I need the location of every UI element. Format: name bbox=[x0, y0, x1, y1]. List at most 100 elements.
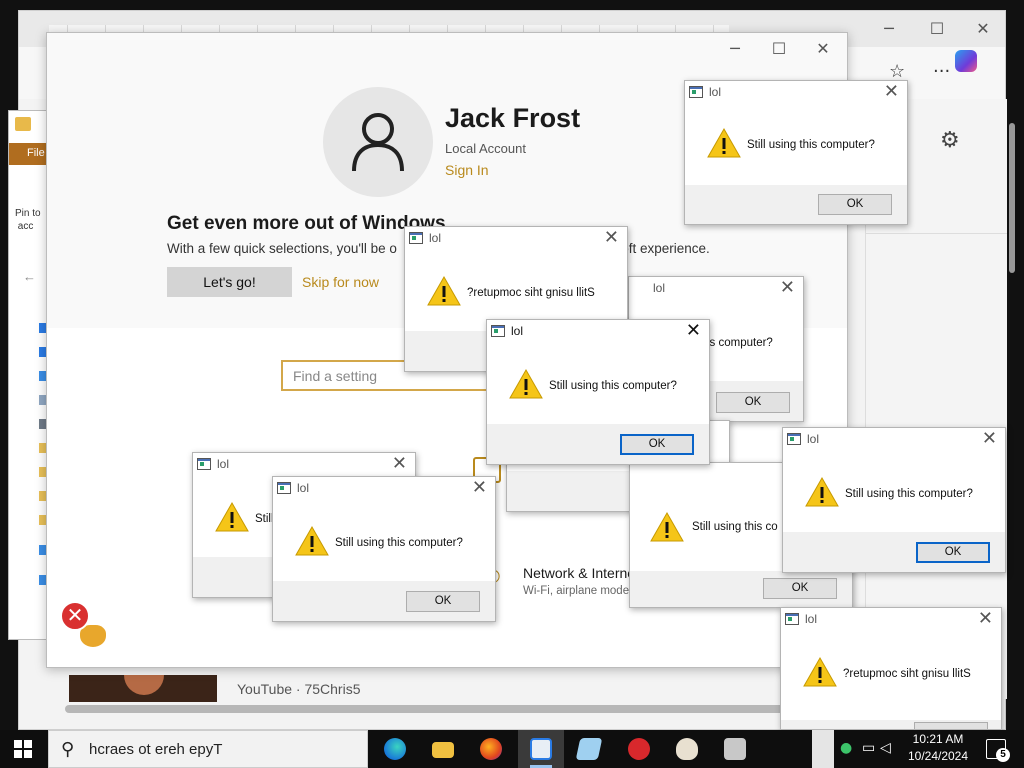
ok-button[interactable] bbox=[914, 722, 988, 729]
warning-icon bbox=[803, 656, 837, 687]
dialog-body: Still using this computer? bbox=[487, 344, 709, 424]
app-icon bbox=[785, 613, 799, 625]
dialog-titlebar[interactable]: lol ✕ bbox=[193, 453, 415, 477]
taskbar-app-network[interactable] bbox=[712, 730, 758, 768]
taskbar-app-explorer[interactable] bbox=[420, 730, 466, 768]
app-icon bbox=[787, 433, 801, 445]
minimize-icon[interactable]: ─ bbox=[715, 39, 755, 58]
search-placeholder: hcraes ot ereh epyT bbox=[89, 741, 223, 758]
settings-app-icon bbox=[530, 738, 552, 760]
warning-icon bbox=[650, 511, 684, 542]
avatar[interactable] bbox=[323, 87, 433, 197]
user-icon bbox=[352, 113, 404, 172]
favorites-star-icon[interactable]: ☆ bbox=[889, 61, 905, 82]
dialog-message: Still using this computer? bbox=[845, 488, 973, 500]
dialog-title: lol bbox=[511, 324, 524, 338]
dialog-titlebar[interactable]: lol ✕ bbox=[273, 477, 495, 501]
app-icon bbox=[197, 458, 211, 470]
close-icon[interactable]: ✕ bbox=[978, 608, 993, 629]
ok-button[interactable]: OK bbox=[406, 591, 480, 612]
gear-icon[interactable]: ⚙ bbox=[940, 128, 960, 153]
account-type: Local Account bbox=[445, 141, 526, 156]
more-options-icon[interactable]: ··· bbox=[933, 61, 950, 82]
network-icon bbox=[724, 738, 746, 760]
people-icon[interactable]: ● bbox=[840, 740, 852, 756]
notification-count: 5 bbox=[996, 748, 1010, 762]
network-tray-icon[interactable]: ▭ bbox=[862, 740, 875, 756]
dialog-title: lol bbox=[217, 457, 230, 471]
show-hidden-icons-button[interactable] bbox=[812, 730, 834, 768]
close-icon[interactable]: ✕ bbox=[780, 277, 795, 298]
angry-birds-icon bbox=[628, 738, 650, 760]
warning-icon bbox=[509, 368, 543, 399]
taskbar-search-box[interactable]: ⚲ hcraes ot ereh epyT bbox=[48, 730, 368, 768]
folder-icon bbox=[15, 117, 31, 131]
taskbar-app-paint[interactable] bbox=[664, 730, 710, 768]
taskbar-app-settings[interactable] bbox=[518, 730, 564, 768]
close-icon[interactable]: ✕ bbox=[963, 19, 1003, 38]
ok-button[interactable]: OK bbox=[716, 392, 790, 413]
dialog-body: Still using this computer? bbox=[685, 105, 907, 185]
close-icon[interactable]: ✕ bbox=[604, 227, 619, 248]
copilot-icon[interactable] bbox=[955, 50, 977, 72]
dialog-message: Still bbox=[255, 513, 274, 525]
ok-button[interactable]: OK bbox=[818, 194, 892, 215]
vertical-scrollbar[interactable] bbox=[1009, 123, 1015, 273]
close-icon[interactable]: ✕ bbox=[472, 477, 487, 498]
dialog-title: lol bbox=[429, 231, 442, 245]
dialog-title: lol bbox=[709, 85, 722, 99]
app-icon bbox=[689, 86, 703, 98]
ok-button[interactable]: OK bbox=[916, 542, 990, 563]
volume-icon[interactable]: ◁ bbox=[880, 740, 891, 756]
dialog-body: Still using this computer? bbox=[783, 452, 1005, 532]
network-category-title[interactable]: Network & Interne bbox=[523, 565, 635, 581]
message-dialog: lol ✕ ?retupmoc siht gnisu llitS bbox=[780, 607, 1002, 730]
dialog-titlebar[interactable]: lol ✕ bbox=[629, 277, 803, 301]
skull-icon[interactable] bbox=[80, 625, 106, 647]
taskbar-app-firefox[interactable] bbox=[468, 730, 514, 768]
back-arrow-icon[interactable]: ← bbox=[23, 269, 36, 284]
app-icon bbox=[491, 325, 505, 337]
clock-time[interactable]: 10:21 AM bbox=[900, 732, 976, 746]
dialog-titlebar[interactable]: lol ✕ bbox=[685, 81, 907, 105]
close-icon[interactable]: ✕ bbox=[982, 428, 997, 449]
search-icon: ⚲ bbox=[61, 739, 75, 760]
warning-icon bbox=[707, 127, 741, 158]
dialog-title: lol bbox=[653, 281, 666, 295]
user-name: Jack Frost bbox=[445, 103, 581, 133]
minimize-icon[interactable]: ─ bbox=[869, 19, 909, 38]
dialog-message: is computer? bbox=[707, 337, 773, 349]
dialog-titlebar[interactable]: lol ✕ bbox=[487, 320, 709, 344]
sign-in-link[interactable]: Sign In bbox=[445, 162, 489, 178]
ok-button[interactable]: OK bbox=[763, 578, 837, 599]
pin-to-quick-access[interactable]: Pin to acc bbox=[15, 207, 41, 233]
dialog-titlebar[interactable]: lol ✕ bbox=[781, 608, 1001, 632]
close-icon[interactable]: ✕ bbox=[686, 320, 701, 341]
close-icon[interactable]: ✕ bbox=[803, 39, 843, 58]
clock-date[interactable]: 10/24/2024 bbox=[900, 749, 976, 763]
error-icon[interactable]: ✕ bbox=[60, 601, 90, 631]
start-button[interactable] bbox=[14, 740, 32, 758]
warning-icon bbox=[805, 476, 839, 507]
skip-for-now-link[interactable]: Skip for now bbox=[302, 274, 379, 290]
lets-go-button[interactable]: Let's go! bbox=[167, 267, 292, 297]
video-thumbnail[interactable] bbox=[69, 675, 217, 702]
dialog-titlebar[interactable]: lol ✕ bbox=[405, 227, 627, 251]
horizontal-scrollbar[interactable] bbox=[65, 705, 825, 713]
video-caption[interactable]: YouTube · 75Chris5 bbox=[237, 681, 360, 697]
app-icon bbox=[409, 232, 423, 244]
promo-text: With a few quick selections, you'll be o bbox=[167, 241, 397, 256]
maximize-icon[interactable]: ☐ bbox=[759, 39, 799, 58]
taskbar-app-notepad[interactable] bbox=[566, 730, 612, 768]
dialog-title: lol bbox=[297, 481, 310, 495]
taskbar-app-angry-birds[interactable] bbox=[616, 730, 662, 768]
taskbar-app-edge[interactable] bbox=[372, 730, 418, 768]
maximize-icon[interactable]: ☐ bbox=[917, 19, 957, 38]
file-tab[interactable]: File bbox=[9, 143, 49, 165]
close-icon[interactable]: ✕ bbox=[884, 81, 899, 102]
dialog-titlebar[interactable]: lol ✕ bbox=[783, 428, 1005, 452]
ok-button[interactable]: OK bbox=[620, 434, 694, 455]
dialog-message: Still using this computer? bbox=[747, 139, 875, 151]
file-explorer-window: File Pin to acc ← bbox=[8, 110, 50, 640]
close-icon[interactable]: ✕ bbox=[392, 453, 407, 474]
